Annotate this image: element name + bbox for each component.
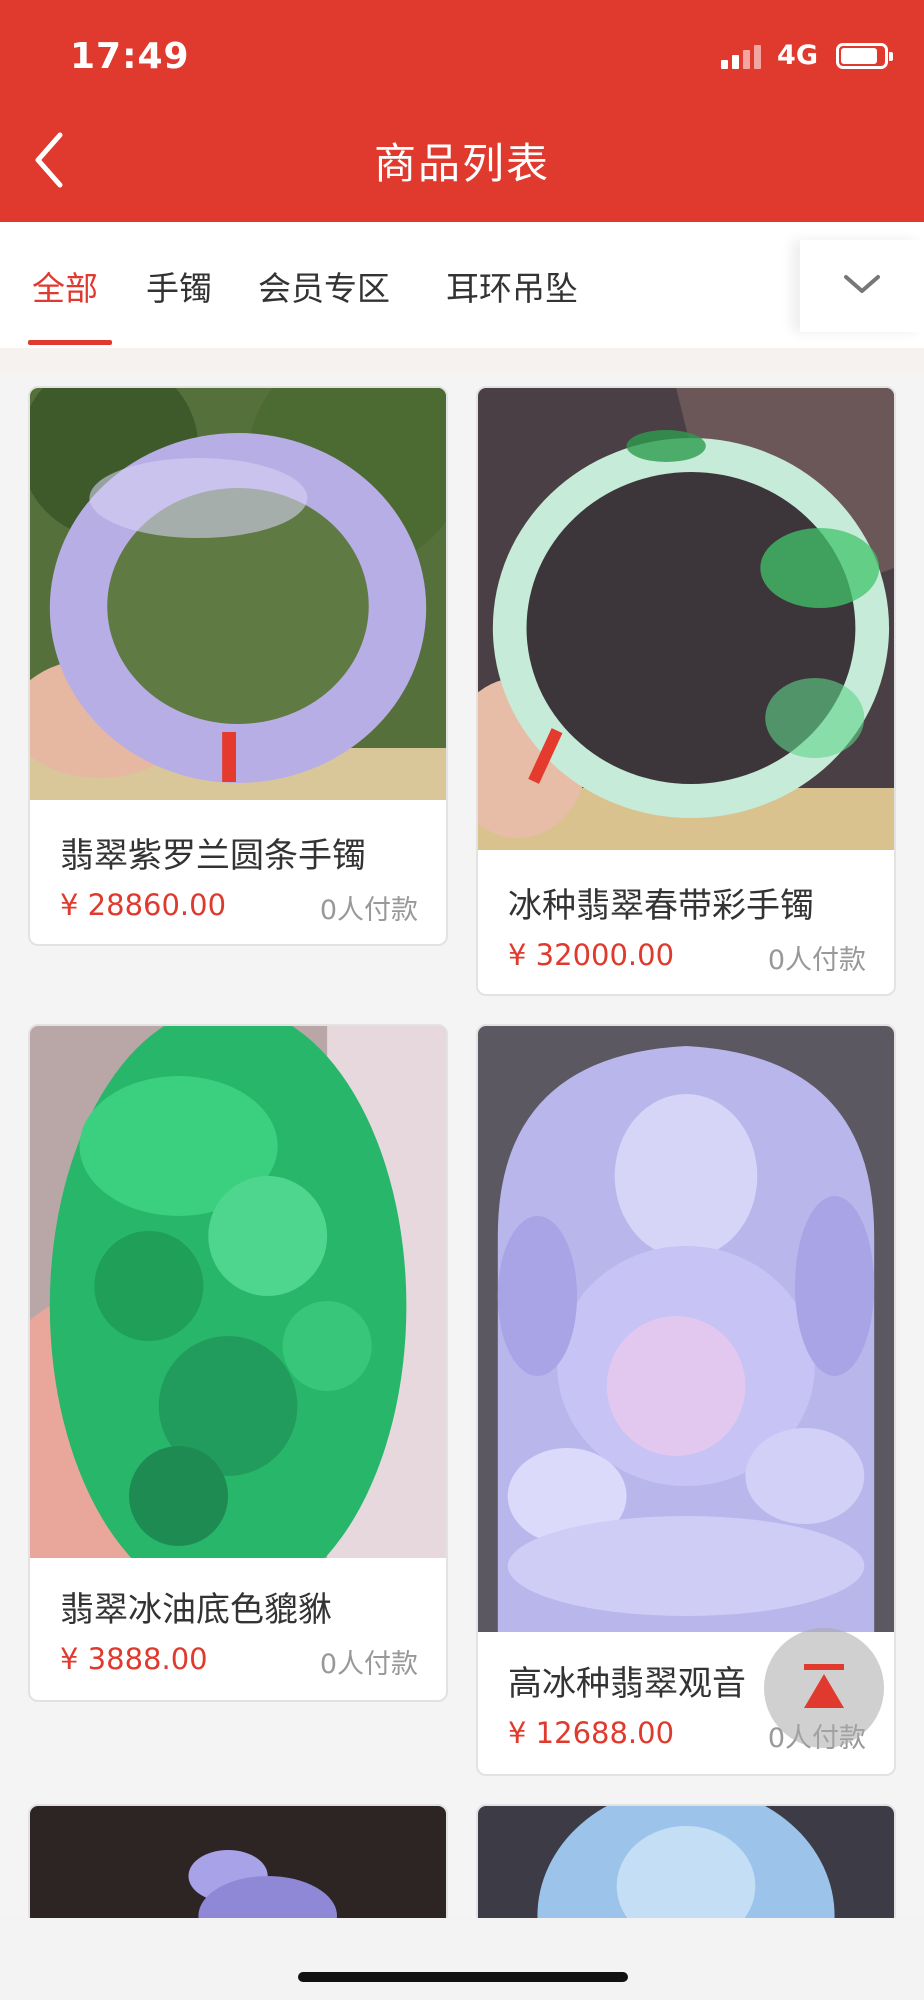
- product-price: ¥ 28860.00: [60, 888, 227, 922]
- tab-divider: [0, 348, 924, 372]
- product-image: [30, 1026, 446, 1558]
- status-indicators: 4G: [721, 40, 893, 71]
- back-to-top-button[interactable]: [764, 1628, 884, 1748]
- product-price: ¥ 3888.00: [60, 1642, 208, 1676]
- category-tabs: 全部 手镯 会员专区 耳环吊坠: [0, 222, 924, 348]
- tab-expand-button[interactable]: [800, 240, 924, 332]
- product-price: ¥ 12688.00: [508, 1716, 675, 1750]
- product-image: [478, 1026, 894, 1632]
- product-image: [478, 388, 894, 850]
- product-list-screen: 17:49 4G 商品列表 全部 手镯 会员专区 耳环吊坠 翡翠紫罗兰圆条手镯 …: [0, 0, 924, 2000]
- active-tab-indicator: [28, 340, 112, 345]
- product-price: ¥ 32000.00: [508, 938, 675, 972]
- tab-all[interactable]: 全部: [32, 262, 98, 310]
- chevron-down-icon: [844, 275, 880, 293]
- battery-icon: [836, 42, 893, 69]
- product-name: 翡翠紫罗兰圆条手镯: [60, 836, 366, 876]
- product-name: 冰种翡翠春带彩手镯: [508, 886, 814, 926]
- product-image: [30, 388, 446, 800]
- product-sales: 0人付款: [319, 1649, 418, 1680]
- status-time: 17:49: [70, 36, 190, 77]
- tab-bracelets[interactable]: 手镯: [146, 262, 212, 310]
- product-sales: 0人付款: [767, 945, 866, 976]
- header: 17:49 4G 商品列表: [0, 0, 924, 222]
- arrow-to-top-icon: [804, 1664, 844, 1708]
- product-name: 高冰种翡翠观音: [508, 1664, 746, 1704]
- home-indicator[interactable]: [298, 1972, 628, 1982]
- network-type: 4G: [777, 40, 818, 71]
- home-bar: [0, 1918, 924, 2000]
- product-card[interactable]: 翡翠冰油底色貔貅 ¥ 3888.00 0人付款: [28, 1024, 448, 1702]
- tab-earrings-pendants[interactable]: 耳环吊坠: [446, 262, 578, 310]
- product-card[interactable]: 冰种翡翠春带彩手镯 ¥ 32000.00 0人付款: [476, 386, 896, 996]
- tab-member-zone[interactable]: 会员专区: [258, 262, 390, 310]
- page-title: 商品列表: [373, 139, 550, 188]
- signal-icon: [721, 43, 762, 69]
- product-card[interactable]: 翡翠紫罗兰圆条手镯 ¥ 28860.00 0人付款: [28, 386, 448, 946]
- product-name: 翡翠冰油底色貔貅: [60, 1590, 332, 1630]
- product-sales: 0人付款: [319, 895, 418, 926]
- battery-level: [841, 47, 877, 64]
